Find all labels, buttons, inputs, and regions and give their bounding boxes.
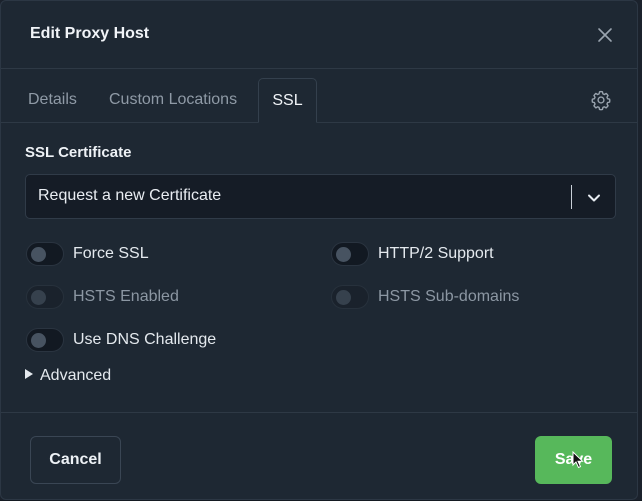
- close-icon: [598, 28, 612, 42]
- edit-proxy-host-modal: Edit Proxy Host Details Custom Locations…: [0, 0, 638, 500]
- settings-button[interactable]: [590, 89, 612, 111]
- tab-ssl[interactable]: SSL: [258, 78, 317, 123]
- force-ssl-switch[interactable]: [26, 242, 64, 266]
- ssl-certificate-select[interactable]: Request a new Certificate: [25, 174, 616, 219]
- hsts-subdomains-label: HSTS Sub-domains: [378, 288, 520, 305]
- switch-knob: [31, 333, 46, 348]
- switch-knob: [31, 247, 46, 262]
- http2-support-label: HTTP/2 Support: [378, 245, 494, 262]
- select-separator: [571, 185, 572, 209]
- modal-footer: Cancel Save: [1, 412, 637, 501]
- gear-icon: [591, 90, 611, 111]
- switch-knob: [336, 247, 351, 262]
- tabs-bar: Details Custom Locations SSL: [1, 69, 637, 123]
- switch-knob: [31, 290, 46, 305]
- tab-custom-locations[interactable]: Custom Locations: [97, 78, 249, 123]
- caret-right-icon: [25, 369, 33, 379]
- force-ssl-label: Force SSL: [73, 245, 149, 262]
- dns-challenge-switch[interactable]: [26, 328, 64, 352]
- hsts-subdomains-switch: [331, 285, 369, 309]
- dns-challenge-label: Use DNS Challenge: [73, 331, 217, 348]
- hsts-enabled-label: HSTS Enabled: [73, 288, 179, 305]
- ssl-certificate-label: SSL Certificate: [25, 144, 132, 161]
- http2-support-switch[interactable]: [331, 242, 369, 266]
- modal-header: Edit Proxy Host: [1, 1, 637, 69]
- chevron-down-icon[interactable]: [586, 190, 602, 206]
- tab-details[interactable]: Details: [16, 78, 89, 123]
- advanced-label: Advanced: [40, 367, 112, 384]
- ssl-certificate-selected-value: Request a new Certificate: [38, 187, 222, 204]
- hsts-enabled-switch: [26, 285, 64, 309]
- modal-title: Edit Proxy Host: [30, 25, 150, 42]
- advanced-disclosure[interactable]: Advanced: [25, 367, 111, 385]
- mouse-cursor-icon: [572, 451, 584, 469]
- close-button[interactable]: [595, 25, 615, 45]
- cancel-button[interactable]: Cancel: [30, 436, 121, 484]
- switch-knob: [336, 290, 351, 305]
